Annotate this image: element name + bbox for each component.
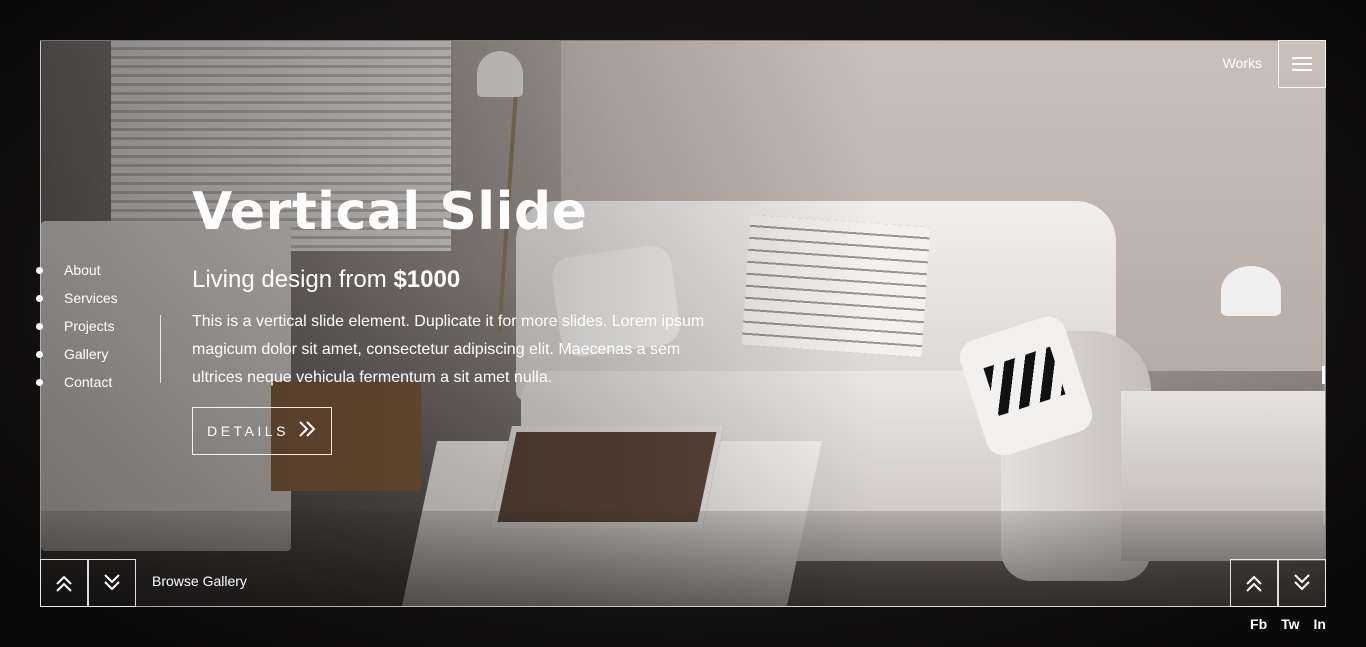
nav-divider <box>160 315 161 383</box>
double-chevron-up-icon <box>1246 575 1262 592</box>
side-nav-label[interactable]: Projects <box>64 318 115 334</box>
hero-subtitle: Living design from $1000 <box>192 265 460 295</box>
browse-gallery-link[interactable]: Browse Gallery <box>152 573 247 589</box>
social-link-twitter[interactable]: Tw <box>1281 616 1299 632</box>
hero-title: Vertical Slide <box>192 182 588 242</box>
menu-button[interactable] <box>1278 40 1326 88</box>
slide-prev-button[interactable] <box>1230 559 1278 607</box>
bullet-icon <box>36 323 43 330</box>
bullet-icon <box>36 351 43 358</box>
slide-scroll-thumb[interactable] <box>1322 366 1325 384</box>
hero-price: $1000 <box>393 266 461 293</box>
social-link-instagram[interactable]: In <box>1314 616 1326 632</box>
gallery-prev-button[interactable] <box>40 559 88 607</box>
double-chevron-down-icon <box>104 574 120 591</box>
double-chevron-down-icon <box>1294 574 1310 591</box>
side-nav-label[interactable]: Services <box>64 290 118 306</box>
details-label: DETAILS <box>207 423 289 439</box>
hero-subtitle-text: Living design from <box>192 266 394 293</box>
social-link-facebook[interactable]: Fb <box>1250 616 1267 632</box>
bullet-icon <box>36 295 43 302</box>
hero-description: This is a vertical slide element. Duplic… <box>192 313 705 386</box>
gallery-next-button[interactable] <box>88 559 136 607</box>
double-chevron-right-icon <box>297 419 317 443</box>
bullet-icon <box>36 267 43 274</box>
social-links: Fb Tw In <box>1250 616 1326 632</box>
hamburger-icon <box>1292 53 1312 75</box>
slide-next-button[interactable] <box>1278 559 1326 607</box>
side-nav-label[interactable]: Gallery <box>64 346 108 362</box>
details-button[interactable]: DETAILS <box>192 407 332 455</box>
works-link[interactable]: Works <box>1223 55 1262 71</box>
double-chevron-up-icon <box>56 575 72 592</box>
bullet-icon <box>36 379 43 386</box>
side-nav-label[interactable]: Contact <box>64 374 112 390</box>
side-nav-label[interactable]: About <box>64 262 101 278</box>
